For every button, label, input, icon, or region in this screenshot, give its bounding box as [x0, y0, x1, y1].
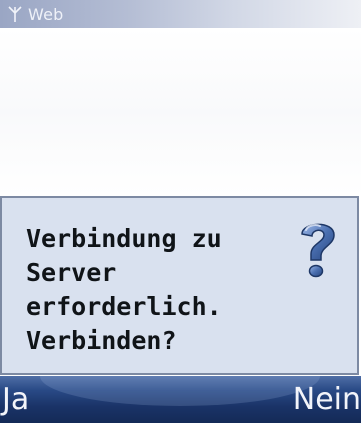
signal-antenna-icon: [8, 5, 22, 23]
no-softkey[interactable]: Nein: [293, 380, 361, 420]
dialog-message: Verbindung zu Server erforderlich. Verbi…: [26, 224, 222, 355]
app-title: Web: [28, 4, 64, 24]
confirm-dialog: Verbindung zu Server erforderlich. Verbi…: [0, 196, 359, 375]
yes-softkey[interactable]: Ja: [2, 380, 29, 420]
content-area: [0, 28, 361, 196]
phone-screen: Web Verbindung zu Server erforderlich. V…: [0, 0, 361, 423]
title-bar: Web: [0, 0, 361, 28]
question-icon: [296, 218, 340, 282]
softkey-bar: Ja Nein: [0, 376, 361, 423]
